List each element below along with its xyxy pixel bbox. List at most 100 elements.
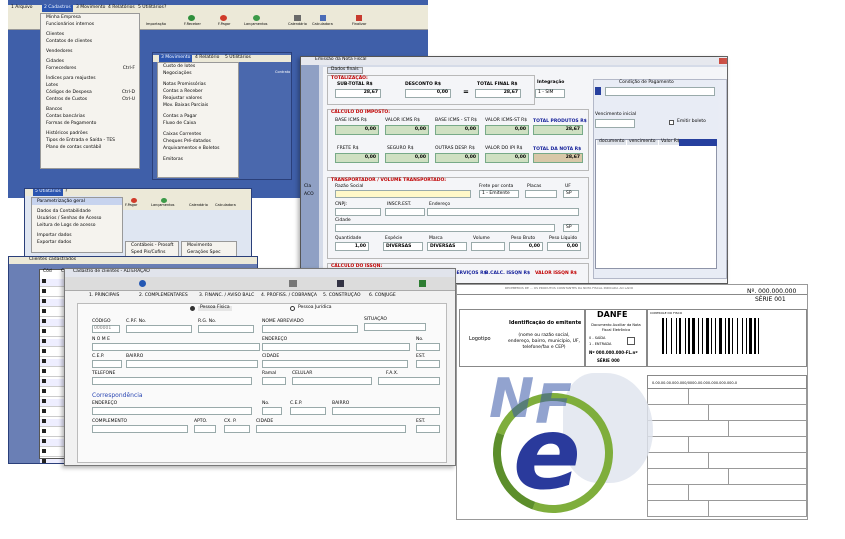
volume-field[interactable] [471,242,505,251]
menu-item-codigos-despesa[interactable]: Códigos de Despesa Ctrl-D [41,89,139,96]
menu-help[interactable]: ? [164,5,166,11]
valor-icms-field[interactable]: 0,00 [385,125,429,135]
menu-item-contas-receber[interactable]: Contas a Receber [158,88,238,95]
util-calendario-button[interactable]: Calendário [189,203,208,208]
toolbar-calendario-button[interactable]: Calendário [288,22,307,27]
codigo-field[interactable]: 000001 [92,325,120,333]
menu-arquivo[interactable]: 1 Arquivo [11,5,33,11]
no2-field[interactable] [262,407,282,415]
menu-item-reajustar[interactable]: Reajustar valores [158,95,238,102]
cidade-field-cli[interactable] [262,360,408,368]
situacao-select[interactable] [364,323,426,331]
util-lancamentos-button[interactable]: Lançamentos [151,203,175,208]
tab-principais[interactable]: 1. PRINCIPAIS [89,293,119,298]
peso-bruto-field[interactable]: 0,00 [509,242,543,251]
endereco-field-cli[interactable] [262,343,410,351]
menu-item-usuarios[interactable]: Usuários / Senhas de Acesso [32,215,122,222]
menu-item-historicos[interactable]: Históricos padrões [41,130,139,137]
cidade-field[interactable] [335,224,555,232]
menu-utilitarios-mov[interactable]: 5 Utilitários [225,55,251,61]
menu-item-baixas-parciais[interactable]: Mov. Baixas Parciais [158,102,238,109]
quantidade-field[interactable]: 1,00 [335,242,369,251]
radio-juridica[interactable] [290,306,295,311]
menu-item-parametrizacao[interactable]: Parametrização geral [32,198,122,205]
tab-complementares[interactable]: 2. COMPLEMENTARES [139,293,188,298]
integracao-select[interactable]: 1 - SIM [535,89,565,98]
globe-icon[interactable] [139,280,146,287]
menu-relatorios[interactable]: 4 Relatórios [108,5,135,11]
menu-utilitarios[interactable]: 5 Utilitários [138,5,164,11]
menu-cadastros[interactable]: 2 Cadastros [42,5,73,12]
est-select[interactable] [416,360,440,368]
menu-item-exportar[interactable]: Exportar dados [32,239,122,246]
rg-field[interactable] [198,325,254,333]
menu-item-plano-contas[interactable]: Plano de contas contábil [41,144,139,151]
menu-item-cidades[interactable]: Cidades [41,58,139,65]
celular-field[interactable] [292,377,372,385]
condicao-pagamento-field[interactable] [605,87,715,96]
submenu-spedpis[interactable]: Sped Pis/Cofins [126,249,178,256]
menu-item-centros-custos[interactable]: Centros de Custos Ctrl-U [41,96,139,103]
est2-select[interactable] [416,425,440,433]
cnpj-field[interactable] [335,208,381,216]
menu-item-contas-bancarias[interactable]: Contas bancárias [41,113,139,120]
submenu-geracoes[interactable]: Gerações Spec [182,249,236,256]
marca-field[interactable]: DIVERSAS [427,242,467,251]
base-icms-st-field[interactable]: 0,00 [435,125,479,135]
total-nota-field[interactable]: 28,67 [533,153,583,163]
toolbar-importacao-button[interactable]: Importação [146,22,166,27]
toolbar-calculadora-button[interactable]: Calculadora [312,22,333,27]
toolbar-receber-button[interactable]: F.Receber [184,22,201,27]
menu-item-custo-lotes[interactable]: Custo de lotes [158,63,238,70]
bairro-field[interactable] [126,360,258,368]
menu-item-notas-promissorias[interactable]: Notas Promissórias [158,81,238,88]
save-icon[interactable] [337,280,344,287]
menu-relatorio[interactable]: 4 Relatório [195,55,219,61]
menu-item-arquivamentos[interactable]: Arquivamentos e Boletos [158,145,238,152]
vencimento-inicial-field[interactable] [595,119,635,128]
endereco-field[interactable] [427,208,579,216]
menu-item-emitoras[interactable]: Emitoras [158,156,238,163]
nome-abreviado-field[interactable] [262,325,358,333]
menu-movimento-open[interactable]: 3 Movimento [159,55,193,62]
menu-item-dados-contabilidade[interactable]: Dados da Contabilidade [32,208,122,215]
menu-item-tes[interactable]: Tipos de Entrada e Saída - TES [41,137,139,144]
placas-field[interactable] [525,190,557,198]
tab-conjuge[interactable]: 6. CONJUGE [369,293,396,298]
cpf-field[interactable] [126,325,192,333]
util-calculadora-button[interactable]: Calculadora [215,203,236,208]
frete-conta-select[interactable]: 1 - Emitente [479,190,519,198]
cxp-field[interactable] [224,425,250,433]
radio-fisica[interactable] [190,306,195,311]
menu-item-fluxo-caixa[interactable]: Fluxo de Caixa [158,120,238,127]
menu-movimento[interactable]: 3 Movimento [76,5,105,11]
uf2-field[interactable]: SP [563,224,579,232]
menu-item-vendedores[interactable]: Vendedores [41,48,139,55]
menu-item-caixas-correntes[interactable]: Caixas Correntes [158,131,238,138]
menu-item-cheques[interactable]: Cheques Pré-datados [158,138,238,145]
toolbar-finalizar-button[interactable]: Finalizar [352,22,366,27]
emitir-boleto-checkbox[interactable] [669,120,674,125]
no-field[interactable] [416,343,440,351]
fax-field[interactable] [378,377,440,385]
razao-social-field[interactable] [335,190,471,198]
exit-icon[interactable] [419,280,426,287]
tab-financ[interactable]: 3. FINANC. / AVISO BALC [199,293,254,298]
nome-field[interactable] [92,343,260,351]
menu-item-bancos[interactable]: Bancos [41,106,139,113]
menu-item-contas-pagar[interactable]: Contas a Pagar [158,113,238,120]
total-final-field[interactable]: 28,67 [475,89,521,98]
menu-item-funcionarios[interactable]: Funcionários internos [41,21,139,28]
peso-liquido-field[interactable]: 0,00 [547,242,581,251]
menu-item-minha-empresa[interactable]: Minha Empresa [41,14,139,21]
base-icms-field[interactable]: 0,00 [335,125,379,135]
total-produtos-field[interactable]: 28,67 [533,125,583,135]
menu-item-logs[interactable]: Leitura de Logs de acesso [32,222,122,229]
menu-utilitarios-open[interactable]: 5 Utilitários [33,189,63,196]
endereco2-field[interactable] [92,407,252,415]
insc-est-field[interactable] [385,208,425,216]
tab-dados-finais[interactable]: Dados finais [327,67,363,74]
cep2-field[interactable] [290,407,326,415]
cidade2-field[interactable] [256,425,406,433]
uf-field[interactable]: SP [563,190,579,198]
